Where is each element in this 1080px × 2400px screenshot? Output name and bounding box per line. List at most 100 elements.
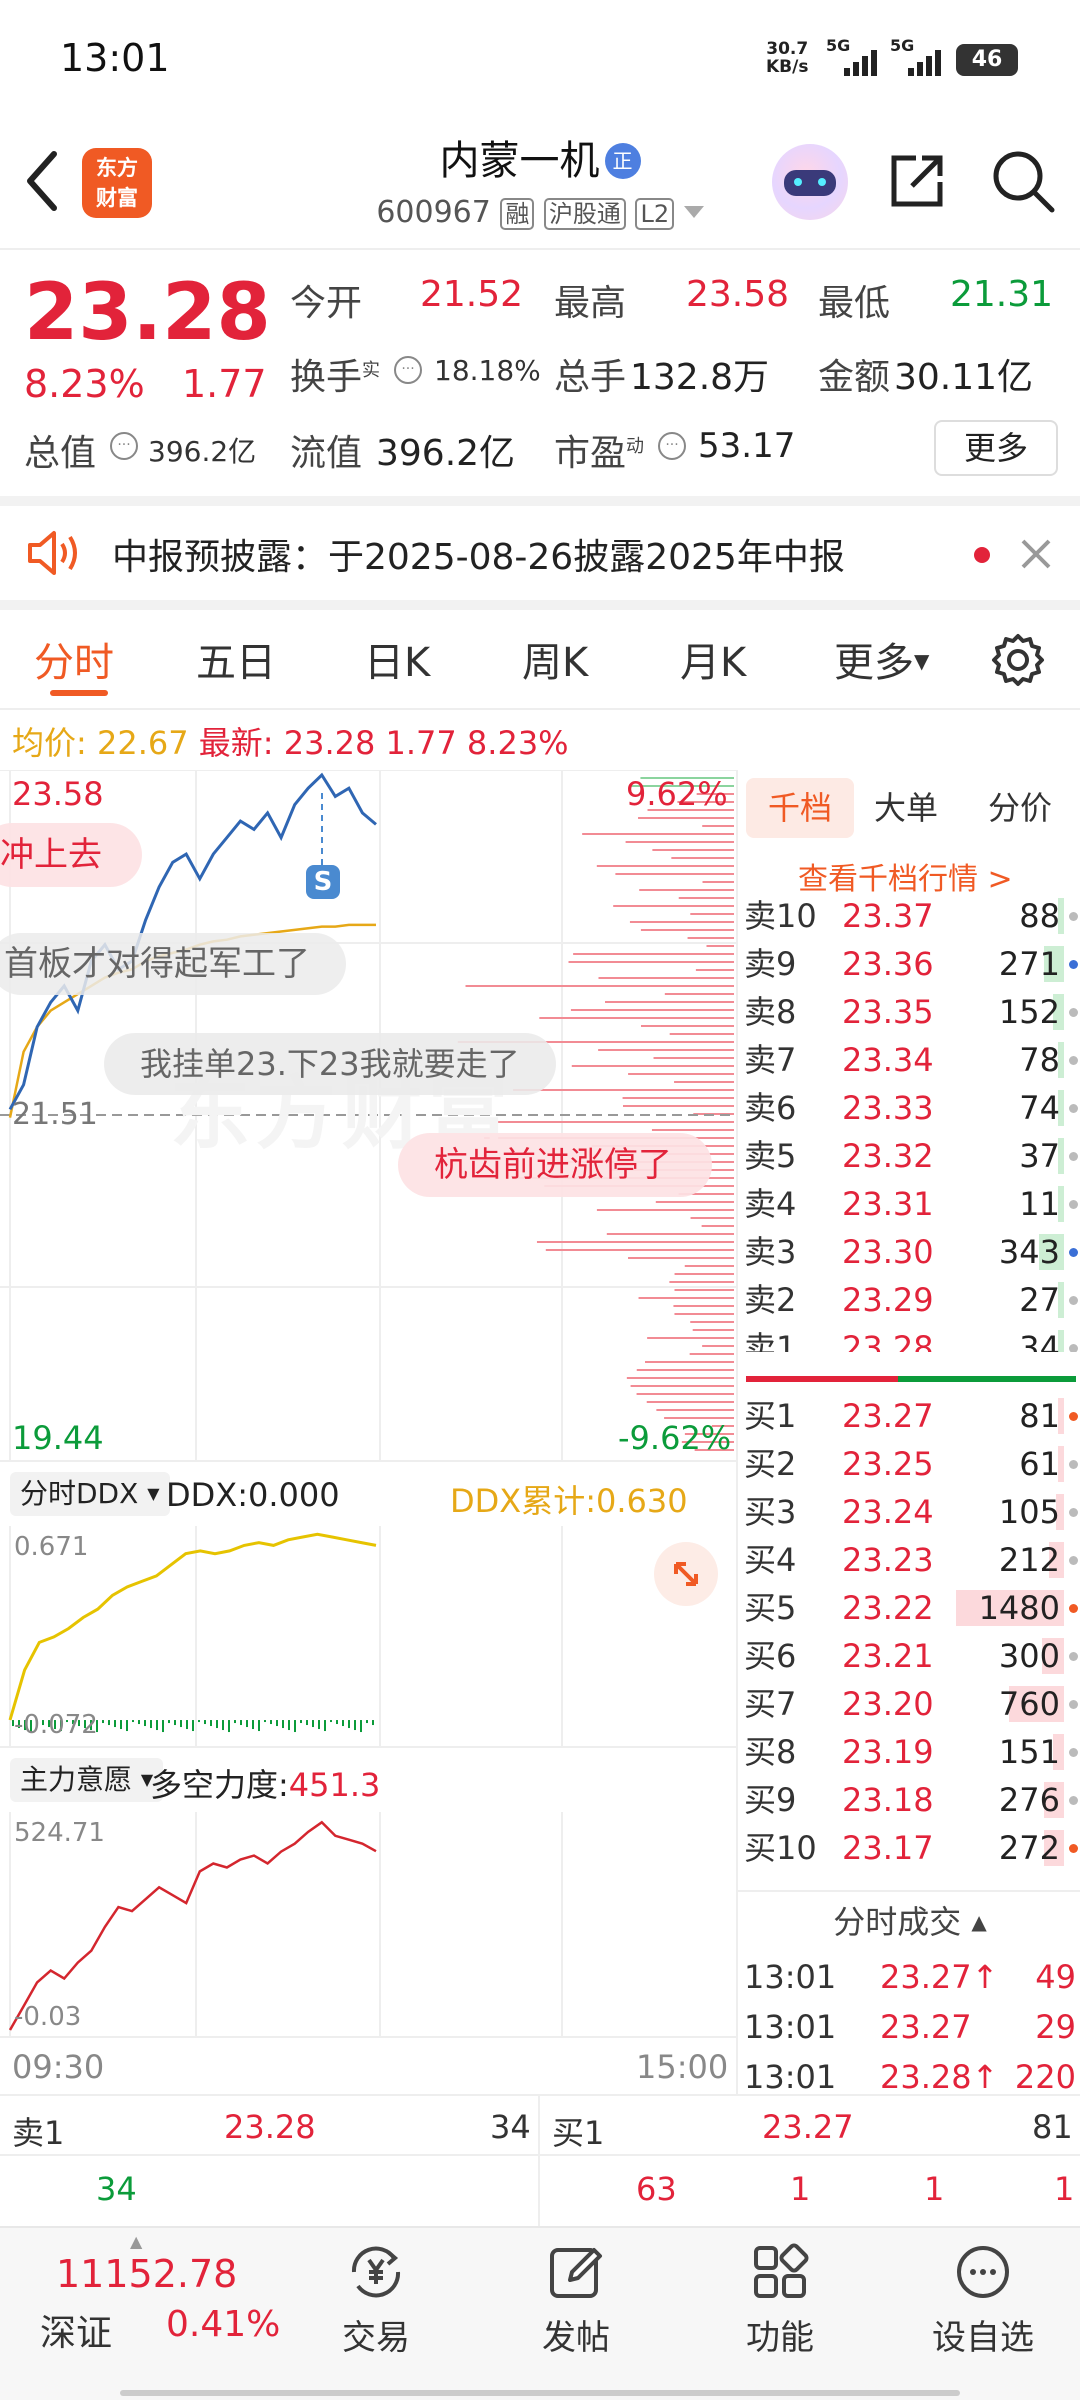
status-dot — [1069, 1460, 1078, 1469]
bid-row[interactable]: 买6 23.21 300 — [738, 1632, 1080, 1680]
ddx-bottom-label: -0.072 — [14, 1710, 98, 1740]
bid-row[interactable]: 买5 23.22 1480 — [738, 1584, 1080, 1632]
bid-row[interactable]: 买10 23.17 272 — [738, 1824, 1080, 1872]
turnover-value: 18.18% — [434, 354, 541, 387]
comment-bubble[interactable]: 冲上去 — [0, 823, 142, 887]
amount-label: 金额 — [818, 357, 891, 398]
s-signal-badge[interactable]: S — [306, 865, 340, 899]
queue-bid-0: 63 — [636, 2170, 677, 2208]
depth-bar — [613, 905, 734, 907]
expand-icon[interactable] — [654, 1542, 718, 1606]
tab-daily-k[interactable]: 日K — [364, 630, 430, 688]
tab-monthly-k[interactable]: 月K — [680, 630, 746, 688]
ask-row[interactable]: 卖2 23.29 27 — [738, 1276, 1080, 1324]
tab-five-day[interactable]: 五日 — [196, 630, 276, 688]
ask-row[interactable]: 卖4 23.31 11 — [738, 1180, 1080, 1228]
tab-intraday[interactable]: 分时 — [34, 630, 114, 688]
ask-volume: 27 — [1019, 1281, 1060, 1319]
ask-row[interactable]: 卖10 23.37 88 — [738, 892, 1080, 940]
tag-connect: 沪股通 — [543, 198, 626, 230]
depth-bar — [702, 881, 734, 883]
depth-bar — [630, 1385, 734, 1387]
ask-row[interactable]: 卖9 23.36 271 — [738, 940, 1080, 988]
comment-bubble[interactable]: 杭齿前进涨停了 — [398, 1133, 712, 1197]
search-icon[interactable] — [990, 148, 1056, 214]
tab-big-orders[interactable]: 大单 — [874, 778, 938, 838]
nav-post[interactable]: 发帖 — [520, 2238, 632, 2368]
ddx-bar — [312, 1720, 314, 1728]
ask-row[interactable]: 卖6 23.33 74 — [738, 1084, 1080, 1132]
queue-bid-2: 1 — [924, 2170, 945, 2208]
share-icon[interactable] — [886, 150, 948, 212]
info-icon[interactable]: ··· — [394, 356, 422, 384]
status-dot — [1069, 1700, 1078, 1709]
ask-row[interactable]: 卖8 23.35 152 — [738, 988, 1080, 1036]
ddx-selector[interactable]: 分时DDX ▼ — [10, 1472, 170, 1516]
depth-bar — [652, 849, 734, 851]
close-icon[interactable] — [1020, 538, 1052, 570]
depth-bar — [545, 1249, 734, 1251]
ask-level-label: 卖10 — [744, 897, 817, 935]
depth-bar — [582, 833, 734, 835]
ddx-value: DDX:0.000 — [166, 1476, 340, 1514]
battery-level: 46 — [971, 47, 1003, 72]
trade-time: 13:01 — [744, 1958, 837, 1996]
info-icon[interactable]: ··· — [110, 432, 138, 460]
tab-thousand-level[interactable]: 千档 — [746, 778, 854, 838]
net-speed-value: 30.7 — [766, 39, 809, 59]
tag-l2: L2 — [635, 198, 675, 230]
nav-add-watchlist[interactable]: 设自选 — [908, 2238, 1058, 2368]
ddx-bar — [234, 1720, 236, 1724]
tab-price-distribution[interactable]: 分价 — [988, 778, 1052, 838]
tab-more-label: 更多 — [834, 640, 914, 686]
more-button[interactable]: 更多 — [934, 420, 1058, 476]
status-dot — [1069, 1748, 1078, 1757]
comment-bubble[interactable]: 首板才对得起军工了 — [0, 933, 346, 995]
ddx-bar — [126, 1720, 128, 1732]
bid-list: 买1 23.27 81 买2 23.25 61 买3 23.24 105 买4 23.23 212 买5… — [738, 1392, 1080, 1892]
robot-avatar-icon[interactable] — [772, 144, 848, 220]
depth-bar — [638, 1297, 734, 1299]
intraday-chart[interactable]: 东方财富 23.58 9.62% 19.44 -9.62% 21.51 冲上去 … — [0, 770, 736, 1461]
ask-row[interactable]: 卖5 23.32 37 — [738, 1132, 1080, 1180]
bid-row[interactable]: 买7 23.20 760 — [738, 1680, 1080, 1728]
net-speed: 30.7 KB/s — [766, 40, 808, 76]
ddx-bar — [150, 1720, 152, 1729]
trades-list: 13:01 23.27↑ 49 13:01 23.27 29 13:01 23.28↑ 220 — [738, 1952, 1080, 2102]
ddx-bar — [132, 1720, 134, 1723]
latest-change: 1.77 — [385, 724, 457, 762]
ddx-bar — [294, 1720, 296, 1733]
bid-row[interactable]: 买8 23.19 151 — [738, 1728, 1080, 1776]
dropdown-icon[interactable] — [683, 206, 704, 218]
depth-bar — [573, 953, 734, 955]
latest-percent: 8.23% — [466, 724, 569, 762]
tab-weekly-k[interactable]: 周K — [522, 630, 588, 688]
bid-row[interactable]: 买3 23.24 105 — [738, 1488, 1080, 1536]
bid-price: 23.21 — [842, 1637, 934, 1675]
depth-bar — [674, 1313, 734, 1315]
ask-row[interactable]: 卖3 23.30 343 — [738, 1228, 1080, 1276]
bid-row[interactable]: 买2 23.25 61 — [738, 1440, 1080, 1488]
nav-functions[interactable]: 功能 — [724, 2238, 836, 2368]
tab-active-underline — [50, 690, 108, 696]
settings-gear-icon[interactable] — [990, 632, 1046, 688]
comment-text: 我挂单23.下23我就要走了 — [140, 1045, 520, 1083]
ask-row[interactable]: 卖7 23.34 78 — [738, 1036, 1080, 1084]
bid-row[interactable]: 买9 23.18 276 — [738, 1776, 1080, 1824]
depth-bar — [671, 857, 734, 859]
comment-bubble[interactable]: 我挂单23.下23我就要走了 — [104, 1033, 556, 1095]
nav-trade[interactable]: 交易 — [320, 2238, 432, 2368]
main-force-selector[interactable]: 主力意愿 ▼ — [10, 1758, 164, 1802]
ask-volume: 34 — [1019, 1329, 1060, 1352]
index-widget[interactable]: ▲ 11152.78 深证 0.41% — [0, 2228, 300, 2400]
open-label: 今开 — [290, 283, 363, 324]
notice-bar[interactable]: 中报预披露：于2025-08-26披露2025年中报 — [0, 506, 1080, 600]
bid-row[interactable]: 买1 23.27 81 — [738, 1392, 1080, 1440]
bottom-bar: ▲ 11152.78 深证 0.41% 交易 发帖 功能 设自选 — [0, 2226, 1080, 2400]
bid-row[interactable]: 买4 23.23 212 — [738, 1536, 1080, 1584]
info-icon[interactable]: ··· — [658, 432, 686, 460]
ask-row[interactable]: 卖1 23.28 34 — [738, 1324, 1080, 1352]
trades-header[interactable]: 分时成交 ▲ — [738, 1890, 1080, 1950]
tab-more[interactable]: 更多▼ — [834, 630, 929, 688]
chart-tabs: 分时 五日 日K 周K 月K 更多▼ — [0, 610, 1080, 710]
